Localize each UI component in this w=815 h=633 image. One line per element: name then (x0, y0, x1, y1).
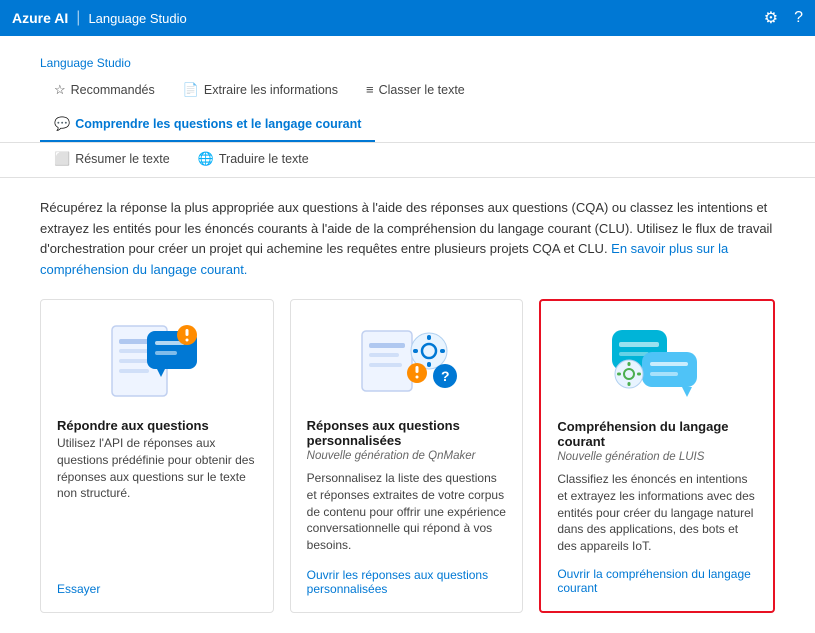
tab-traduire[interactable]: 🌐 Traduire le texte (184, 143, 323, 177)
doc-icon: 📄 (183, 82, 199, 98)
brand-label: Azure AI (12, 10, 68, 26)
list-icon: ≡ (366, 82, 374, 97)
tab-resumer[interactable]: ⬜ Résumer le texte (40, 143, 184, 177)
svg-text:?: ? (441, 368, 450, 384)
cards-container: Répondre aux questions Utilisez l'API de… (40, 299, 775, 613)
star-icon: ☆ (54, 82, 66, 98)
chat-icon: 💬 (54, 116, 70, 132)
card-reponses-perso-subtitle: Nouvelle génération de QnMaker (307, 450, 507, 462)
card-reponses-perso-desc: Personnalisez la liste des questions et … (307, 470, 507, 556)
card-comprehension-desc: Classifiez les énoncés en intentions et … (557, 471, 757, 555)
tab-recommandes-label: Recommandés (71, 83, 155, 97)
main-content: Language Studio Démarrer avec Azure Cogn… (0, 36, 815, 633)
card-reponses-perso[interactable]: ? Réponses aux questions personnalisées … (290, 299, 524, 613)
card-reponses-perso-image: ? (307, 316, 507, 406)
card-comprehension-action[interactable]: Ouvrir la compréhension du langage coura… (557, 567, 757, 595)
hero-illustration (575, 66, 785, 74)
card-repondre-desc: Utilisez l'API de réponses aux questions… (57, 435, 257, 570)
content-description: Récupérez la réponse la plus appropriée … (40, 198, 775, 281)
tab-classer[interactable]: ≡ Classer le texte (352, 74, 479, 108)
topbar-icons: ⚙ ? (764, 8, 803, 28)
tabs-row-2: ⬜ Résumer le texte 🌐 Traduire le texte (0, 143, 815, 178)
card-repondre-title: Répondre aux questions (57, 418, 257, 433)
tab-recommandes[interactable]: ☆ Recommandés (40, 74, 169, 108)
help-icon[interactable]: ? (794, 9, 803, 27)
hero-section: Language Studio Démarrer avec Azure Cogn… (0, 36, 815, 74)
card-comprehension-image (557, 317, 757, 407)
topbar-title: Language Studio (88, 11, 186, 26)
tab-classer-label: Classer le texte (379, 83, 465, 97)
card-repondre-action[interactable]: Essayer (57, 582, 257, 596)
tab-traduire-label: Traduire le texte (219, 152, 309, 166)
translate-icon: 🌐 (198, 151, 214, 167)
tab-resumer-label: Résumer le texte (75, 152, 169, 166)
tabs-row-1: ☆ Recommandés 📄 Extraire les information… (0, 74, 815, 143)
topbar-left: Azure AI | Language Studio (12, 9, 187, 27)
topbar-separator: | (76, 9, 80, 27)
card-comprehension[interactable]: Compréhension du langage courant Nouvell… (539, 299, 775, 613)
tab-extraire[interactable]: 📄 Extraire les informations (169, 74, 352, 108)
tab-comprendre[interactable]: 💬 Comprendre les questions et le langage… (40, 108, 375, 142)
resumer-icon: ⬜ (54, 151, 70, 167)
main-section: Récupérez la réponse la plus appropriée … (0, 178, 815, 633)
tab-comprendre-label: Comprendre les questions et le langage c… (75, 117, 361, 131)
card-reponses-perso-title: Réponses aux questions personnalisées (307, 418, 507, 448)
settings-icon[interactable]: ⚙ (764, 8, 778, 28)
card-repondre-image (57, 316, 257, 406)
card-comprehension-title: Compréhension du langage courant (557, 419, 757, 449)
tab-extraire-label: Extraire les informations (204, 83, 338, 97)
card-comprehension-subtitle: Nouvelle génération de LUIS (557, 451, 757, 463)
card-reponses-perso-action[interactable]: Ouvrir les réponses aux questions person… (307, 568, 507, 596)
card-repondre[interactable]: Répondre aux questions Utilisez l'API de… (40, 299, 274, 613)
topbar: Azure AI | Language Studio ⚙ ? (0, 0, 815, 36)
